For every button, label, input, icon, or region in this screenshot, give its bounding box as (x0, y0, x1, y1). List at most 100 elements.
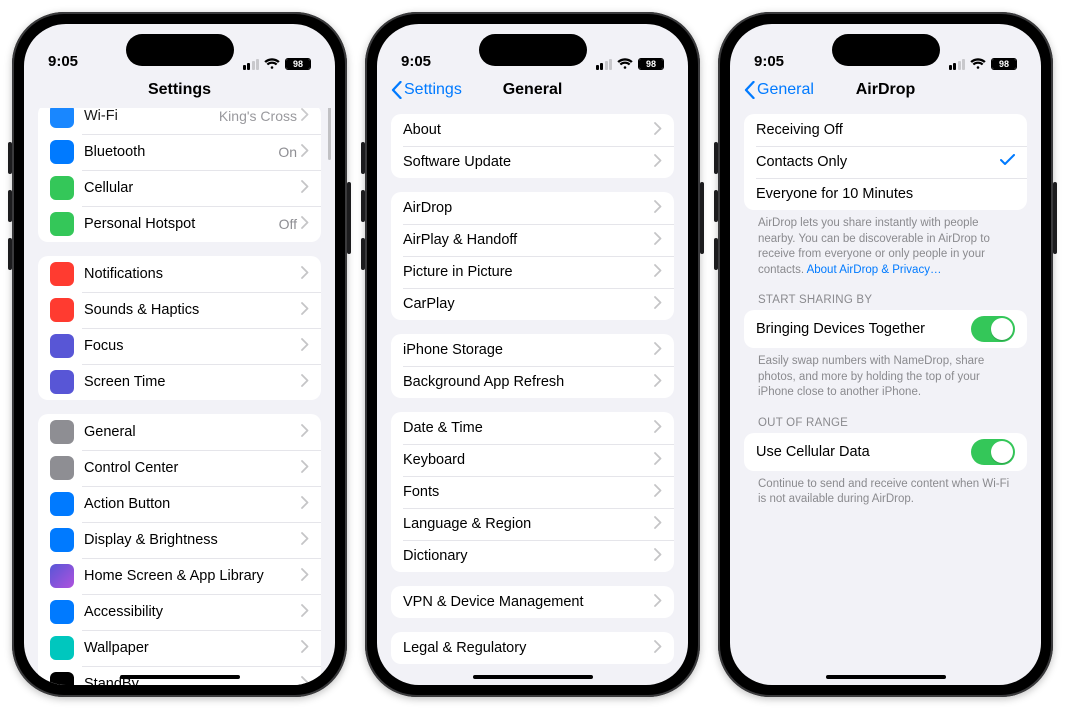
list-item[interactable]: Screen Time (38, 364, 321, 400)
battery-icon: 98 (991, 58, 1017, 70)
list-item[interactable]: About (391, 114, 674, 146)
footnote: AirDrop lets you share instantly with pe… (758, 216, 1013, 278)
home-indicator (473, 675, 593, 679)
chevron-right-icon (654, 516, 662, 533)
list-item[interactable]: AirPlay & Handoff (391, 224, 674, 256)
list-item-label: Screen Time (84, 374, 301, 390)
toggle-label: Bringing Devices Together (756, 321, 971, 337)
list-item[interactable]: Cellular (38, 170, 321, 206)
list-item-label: Notifications (84, 266, 301, 282)
nav-bar: Settings General (377, 72, 688, 108)
phone-settings: 9:05 98 Settings Wi-FiKing's CrossBlueto… (12, 12, 347, 697)
switches-icon (50, 456, 74, 480)
list-item[interactable]: Notifications (38, 256, 321, 292)
list-item-label: Bluetooth (84, 144, 278, 160)
list-item[interactable]: CarPlay (391, 288, 674, 320)
list-item-detail: On (278, 144, 297, 160)
list-item[interactable]: Wi-FiKing's Cross (38, 108, 321, 134)
list-item[interactable]: VPN & Device Management (391, 586, 674, 618)
list-item[interactable]: iPhone Storage (391, 334, 674, 366)
list-item[interactable]: Dictionary (391, 540, 674, 572)
list-item-label: Dictionary (403, 548, 654, 564)
list-item[interactable]: Home Screen & App Library (38, 558, 321, 594)
cellular-icon (50, 176, 74, 200)
list-item-detail: Off (279, 216, 297, 232)
list-item-label: Home Screen & App Library (84, 568, 301, 584)
general-group: VPN & Device Management (391, 586, 674, 618)
list-item[interactable]: Action Button (38, 486, 321, 522)
list-item[interactable]: Accessibility (38, 594, 321, 630)
radio-option[interactable]: Everyone for 10 Minutes (744, 178, 1027, 210)
chevron-right-icon (654, 452, 662, 469)
list-item-label: Date & Time (403, 420, 654, 436)
general-group: Legal & Regulatory (391, 632, 674, 664)
status-time: 9:05 (401, 53, 431, 70)
settings-group: Wi-FiKing's CrossBluetoothOnCellularPers… (38, 108, 321, 242)
option-label: Receiving Off (756, 122, 1015, 138)
list-item[interactable]: Legal & Regulatory (391, 632, 674, 664)
footnote: Continue to send and receive content whe… (758, 477, 1013, 508)
list-item[interactable]: Language & Region (391, 508, 674, 540)
list-item[interactable]: Focus (38, 328, 321, 364)
list-item[interactable]: Wallpaper (38, 630, 321, 666)
option-label: Contacts Only (756, 154, 1000, 170)
status-time: 9:05 (754, 53, 784, 70)
radio-option[interactable]: Receiving Off (744, 114, 1027, 146)
dynamic-island (832, 34, 940, 66)
list-item[interactable]: Personal HotspotOff (38, 206, 321, 242)
signal-icon (596, 59, 613, 70)
chevron-right-icon (654, 232, 662, 249)
general-group: AboutSoftware Update (391, 114, 674, 178)
list-item-label: Control Center (84, 460, 301, 476)
chevron-right-icon (301, 640, 309, 657)
chevron-right-icon (301, 180, 309, 197)
list-item-label: Wi-Fi (84, 108, 219, 124)
list-item[interactable]: Keyboard (391, 444, 674, 476)
chevron-right-icon (654, 264, 662, 281)
toggle-row: Bringing Devices Together (744, 310, 1027, 348)
list-item-label: Legal & Regulatory (403, 640, 654, 656)
chevron-right-icon (301, 424, 309, 441)
chevron-right-icon (654, 484, 662, 501)
wifi-icon (50, 108, 74, 128)
section-header: START SHARING BY (758, 294, 1013, 306)
list-item-label: Accessibility (84, 604, 301, 620)
list-item[interactable]: Picture in Picture (391, 256, 674, 288)
settings-group: Notifications Sounds & Haptics Focus Screen… (38, 256, 321, 400)
list-item[interactable]: Date & Time (391, 412, 674, 444)
start-sharing-group: Bringing Devices Together (744, 310, 1027, 348)
list-item[interactable]: Display & Brightness (38, 522, 321, 558)
chevron-right-icon (301, 568, 309, 585)
list-item[interactable]: Control Center (38, 450, 321, 486)
list-item-label: Focus (84, 338, 301, 354)
general-group: iPhone StorageBackground App Refresh (391, 334, 674, 398)
list-item[interactable]: BluetoothOn (38, 134, 321, 170)
toggle-switch[interactable] (971, 439, 1015, 465)
back-button[interactable]: Settings (387, 72, 466, 108)
list-item[interactable]: Sounds & Haptics (38, 292, 321, 328)
list-item[interactable]: Background App Refresh (391, 366, 674, 398)
privacy-link[interactable]: About AirDrop & Privacy… (807, 264, 942, 276)
scroll-indicator (328, 108, 331, 160)
checkmark-icon (1000, 154, 1015, 170)
list-item-label: Display & Brightness (84, 532, 301, 548)
list-item-label: Sounds & Haptics (84, 302, 301, 318)
back-button[interactable]: General (740, 72, 818, 108)
list-item[interactable]: General (38, 414, 321, 450)
list-item[interactable]: Fonts (391, 476, 674, 508)
dynamic-island (126, 34, 234, 66)
chevron-right-icon (654, 640, 662, 657)
battery-icon: 98 (285, 58, 311, 70)
action-icon (50, 492, 74, 516)
list-item-label: Personal Hotspot (84, 216, 279, 232)
list-item-detail: King's Cross (219, 108, 297, 124)
toggle-switch[interactable] (971, 316, 1015, 342)
option-label: Everyone for 10 Minutes (756, 186, 1015, 202)
list-item[interactable]: Software Update (391, 146, 674, 178)
list-item[interactable]: AirDrop (391, 192, 674, 224)
chevron-left-icon (391, 81, 402, 99)
list-item-label: Fonts (403, 484, 654, 500)
toggle-row: Use Cellular Data (744, 433, 1027, 471)
battery-icon: 98 (638, 58, 664, 70)
radio-option[interactable]: Contacts Only (744, 146, 1027, 178)
